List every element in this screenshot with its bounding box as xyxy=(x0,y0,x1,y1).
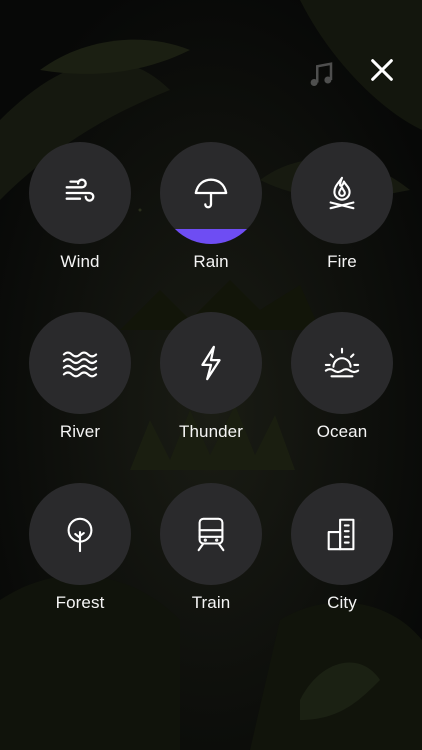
sound-grid: Wind Rain Fire River Thunder Ocean Fores… xyxy=(0,0,422,750)
sound-tile-river[interactable]: River xyxy=(29,312,131,452)
buildings-icon xyxy=(321,513,363,555)
campfire-icon xyxy=(321,172,363,214)
sound-tile-train[interactable]: Train xyxy=(160,483,262,623)
sound-label: River xyxy=(59,422,101,441)
sound-tile-thunder[interactable]: Thunder xyxy=(160,312,262,452)
sound-tile-wind[interactable]: Wind xyxy=(29,142,131,282)
waves-icon xyxy=(59,342,101,384)
sound-label: Rain xyxy=(193,252,229,271)
sound-label: Forest xyxy=(55,593,105,612)
sound-button-forest[interactable] xyxy=(29,483,131,585)
sound-button-train[interactable] xyxy=(160,483,262,585)
sound-tile-city[interactable]: City xyxy=(291,483,393,623)
sound-tile-ocean[interactable]: Ocean xyxy=(291,312,393,452)
sound-button-city[interactable] xyxy=(291,483,393,585)
sound-label: Wind xyxy=(60,252,100,271)
train-icon xyxy=(190,513,232,555)
sound-label: City xyxy=(327,593,357,612)
sound-tile-rain[interactable]: Rain xyxy=(160,142,262,282)
tree-icon xyxy=(59,513,101,555)
sound-tile-fire[interactable]: Fire xyxy=(291,142,393,282)
sound-label: Fire xyxy=(327,252,357,271)
sound-label: Train xyxy=(191,593,231,612)
sound-label: Thunder xyxy=(178,422,244,441)
volume-fill xyxy=(160,228,262,244)
sunset-icon xyxy=(321,342,363,384)
wind-icon xyxy=(59,172,101,214)
lightning-icon xyxy=(190,342,232,384)
sound-button-river[interactable] xyxy=(29,312,131,414)
sound-button-fire[interactable] xyxy=(291,142,393,244)
umbrella-icon xyxy=(190,172,232,214)
sound-button-thunder[interactable] xyxy=(160,312,262,414)
sound-tile-forest[interactable]: Forest xyxy=(29,483,131,623)
sound-label: Ocean xyxy=(316,422,368,441)
sound-button-ocean[interactable] xyxy=(291,312,393,414)
sound-button-wind[interactable] xyxy=(29,142,131,244)
sound-button-rain[interactable] xyxy=(160,142,262,244)
